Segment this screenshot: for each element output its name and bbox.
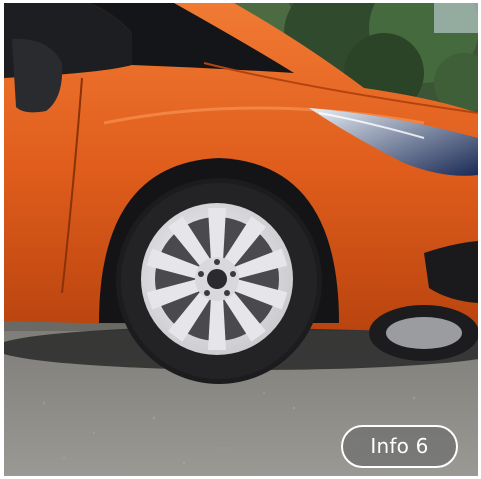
hub-cap [207,269,227,289]
gallery-frame: Info 6 [4,3,478,476]
car-photo [4,3,478,476]
info-button[interactable]: Info 6 [341,425,458,468]
